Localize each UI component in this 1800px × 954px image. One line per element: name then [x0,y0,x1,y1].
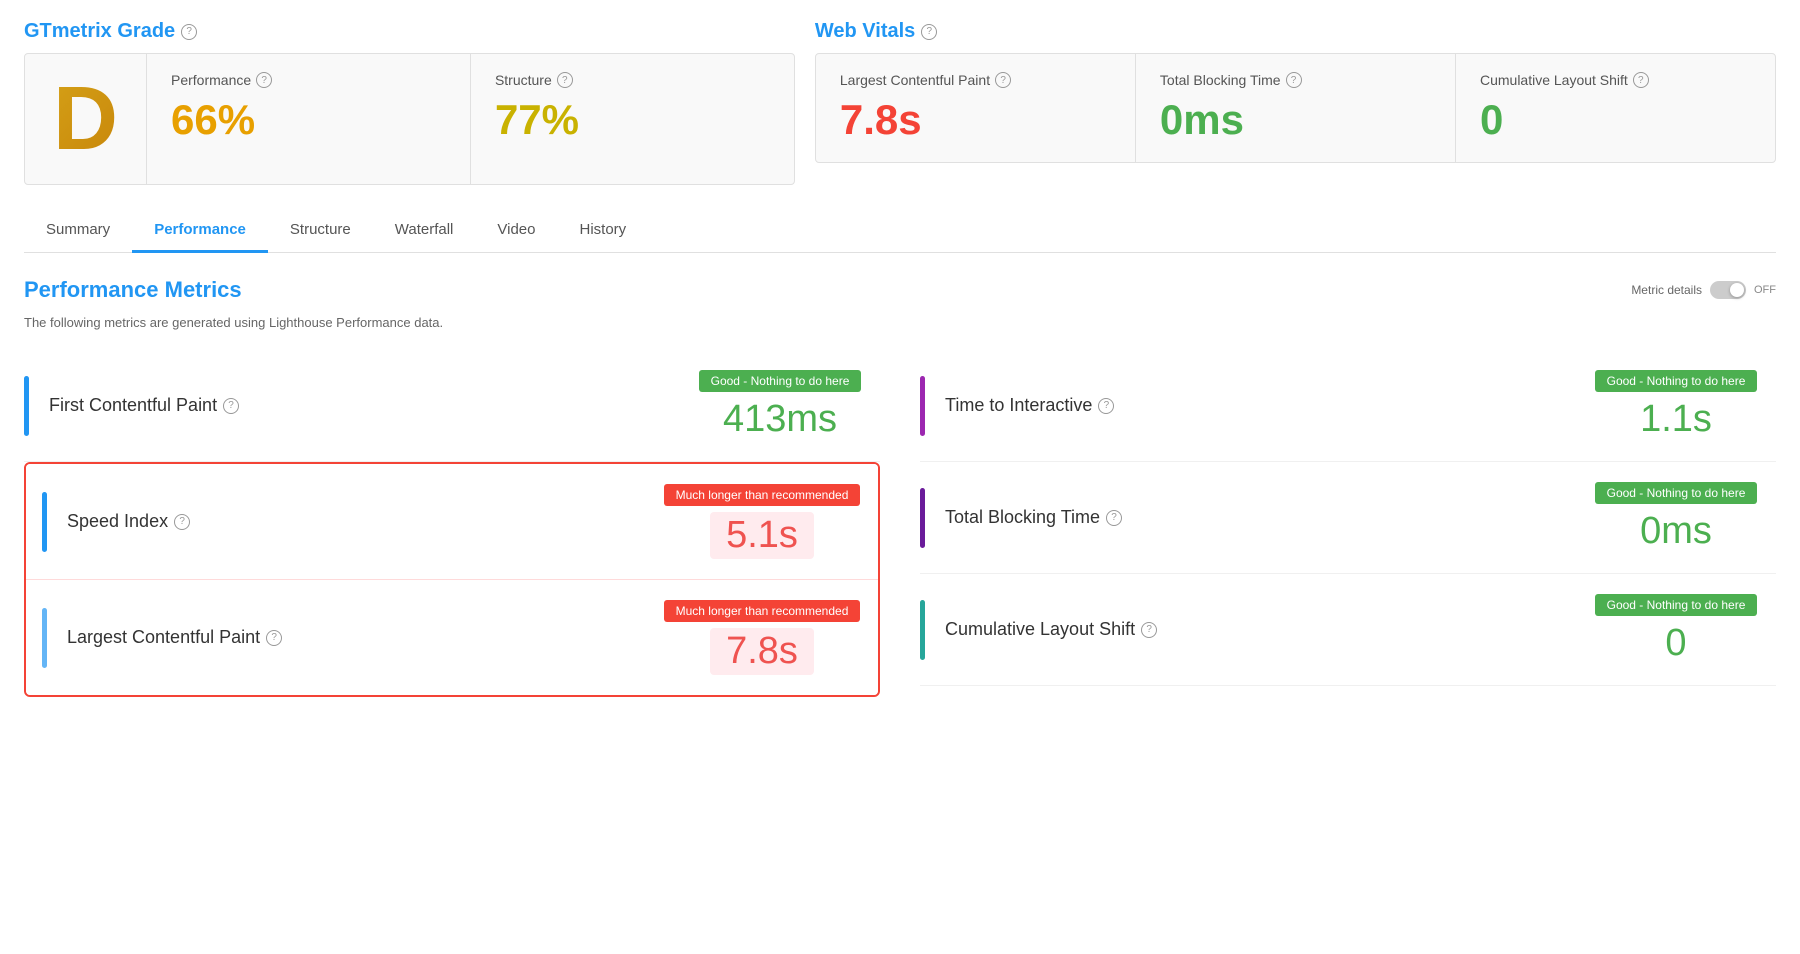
lcp-badge: Much longer than recommended [664,600,861,622]
cls-help-icon[interactable]: ? [1633,72,1649,88]
tbt-value-area: Good - Nothing to do here 0ms [1576,482,1776,553]
tbt-help-icon[interactable]: ? [1286,72,1302,88]
lcp-value: 7.8s [840,96,922,143]
cls-row: Cumulative Layout Shift ? Good - Nothing… [920,574,1776,686]
si-badge: Much longer than recommended [664,484,861,506]
metric-details-label: Metric details [1631,283,1702,297]
performance-label: Performance [171,72,251,88]
webvitals-title: Web Vitals [815,20,915,43]
right-metrics-col: Time to Interactive ? Good - Nothing to … [920,350,1776,697]
lcp-row: Largest Contentful Paint ? Much longer t… [26,579,878,695]
fcp-value: 413ms [723,398,837,441]
tti-value-area: Good - Nothing to do here 1.1s [1576,370,1776,441]
webvitals-help-icon[interactable]: ? [921,24,937,40]
tbt-perf-name: Total Blocking Time [945,507,1100,528]
lcp-label: Largest Contentful Paint [840,72,990,88]
fcp-name: First Contentful Paint [49,395,217,416]
structure-label: Structure [495,72,552,88]
tti-row: Time to Interactive ? Good - Nothing to … [920,350,1776,462]
tti-help-icon[interactable]: ? [1098,398,1114,414]
tbt-label: Total Blocking Time [1160,72,1281,88]
fcp-help-icon[interactable]: ? [223,398,239,414]
tab-structure[interactable]: Structure [268,209,373,253]
tti-badge: Good - Nothing to do here [1595,370,1758,392]
cls-bar [920,600,925,660]
cls-perf-name: Cumulative Layout Shift [945,619,1135,640]
tbt-badge: Good - Nothing to do here [1595,482,1758,504]
si-value: 5.1s [710,512,814,559]
lcp-perf-name: Largest Contentful Paint [67,627,260,648]
tab-summary[interactable]: Summary [24,209,132,253]
fcp-badge: Good - Nothing to do here [699,370,862,392]
tbt-help-icon[interactable]: ? [1106,510,1122,526]
lcp-value-area: Much longer than recommended 7.8s [662,600,862,675]
section-subtitle: The following metrics are generated usin… [24,315,1776,330]
grade-letter: D [53,74,118,164]
si-bar [42,492,47,552]
tbt-row: Total Blocking Time ? Good - Nothing to … [920,462,1776,574]
lcp-help-icon[interactable]: ? [995,72,1011,88]
structure-help-icon[interactable]: ? [557,72,573,88]
lcp-perf-help-icon[interactable]: ? [266,630,282,646]
si-row: Speed Index ? Much longer than recommend… [26,464,878,579]
tbt-value: 0ms [1160,96,1244,143]
tab-video[interactable]: Video [475,209,557,253]
cls-value-area: Good - Nothing to do here 0 [1576,594,1776,665]
cls-label: Cumulative Layout Shift [1480,72,1628,88]
fcp-value-area: Good - Nothing to do here 413ms [680,370,880,441]
fcp-row: First Contentful Paint ? Good - Nothing … [24,350,880,462]
cls-badge: Good - Nothing to do here [1595,594,1758,616]
tab-waterfall[interactable]: Waterfall [373,209,476,253]
cls-perf-help-icon[interactable]: ? [1141,622,1157,638]
performance-help-icon[interactable]: ? [256,72,272,88]
red-highlight-group: Speed Index ? Much longer than recommend… [24,462,880,697]
metric-details-toggle[interactable] [1710,281,1746,299]
cls-metric-value: 0 [1665,622,1686,665]
toggle-state: OFF [1754,284,1776,296]
tab-performance[interactable]: Performance [132,209,268,253]
lcp-bar [42,608,47,668]
fcp-bar [24,376,29,436]
tab-history[interactable]: History [557,209,648,253]
si-value-area: Much longer than recommended 5.1s [662,484,862,559]
lcp-metric-value: 7.8s [710,628,814,675]
tbt-metric-value: 0ms [1640,510,1712,553]
tabs-bar: Summary Performance Structure Waterfall … [24,209,1776,253]
cls-value: 0 [1480,96,1503,143]
structure-value: 77% [495,96,579,144]
section-title: Performance Metrics [24,277,242,303]
left-metrics-col: First Contentful Paint ? Good - Nothing … [24,350,880,697]
tti-value: 1.1s [1640,398,1712,441]
tti-name: Time to Interactive [945,395,1092,416]
tti-bar [920,376,925,436]
si-name: Speed Index [67,511,168,532]
gtmetrix-help-icon[interactable]: ? [181,24,197,40]
si-help-icon[interactable]: ? [174,514,190,530]
gtmetrix-title: GTmetrix Grade [24,20,175,43]
performance-value: 66% [171,96,255,144]
tbt-bar [920,488,925,548]
